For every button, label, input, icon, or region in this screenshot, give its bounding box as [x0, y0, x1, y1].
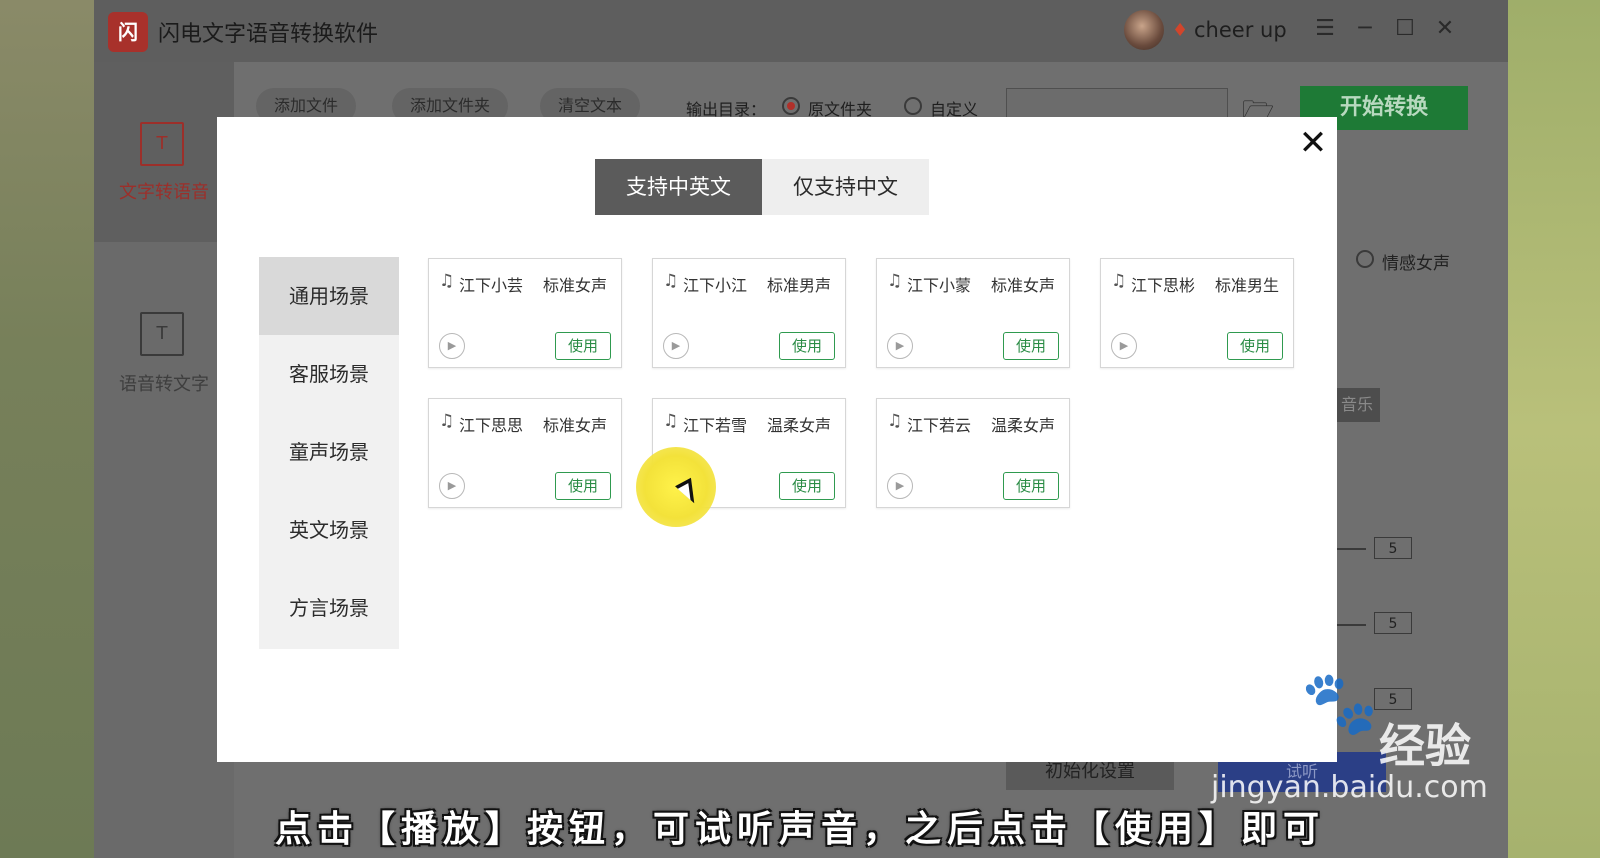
maximize-icon[interactable]: ☐ — [1390, 14, 1420, 44]
voice-name: 江下小江 — [683, 276, 748, 295]
close-window-icon[interactable]: ✕ — [1430, 14, 1460, 44]
tab-chinese-only[interactable]: 仅支持中文 — [762, 159, 929, 215]
radio-original-folder[interactable] — [782, 97, 800, 115]
tab-chinese-english[interactable]: 支持中英文 — [595, 159, 762, 215]
app-logo: 闪 — [108, 12, 148, 52]
left-nav: T 文字转语音 T 语音转文字 — [94, 62, 234, 858]
nav-label: 语音转文字 — [119, 374, 209, 395]
speech-to-text-icon: T — [140, 312, 184, 356]
use-button[interactable]: 使用 — [555, 332, 611, 360]
voice-type: 标准女声 — [543, 276, 608, 295]
music-note-icon: ♫ — [1111, 271, 1127, 291]
music-note-icon: ♫ — [887, 271, 903, 291]
emotional-female-label: 情感女声 — [1382, 254, 1450, 274]
voice-card: ♫ 江下小江 标准男声 ▶ 使用 — [652, 258, 846, 368]
music-note-icon: ♫ — [439, 411, 455, 431]
title-bar: 闪 闪电文字语音转换软件 ♦ cheer up ☰ ─ ☐ ✕ — [94, 0, 1508, 62]
play-icon[interactable]: ▶ — [887, 333, 913, 359]
voice-name: 江下若云 — [907, 416, 972, 435]
use-button[interactable]: 使用 — [779, 472, 835, 500]
background-right — [1508, 0, 1600, 858]
radio-emotional-female[interactable] — [1356, 250, 1374, 268]
music-note-icon: ♫ — [663, 271, 679, 291]
voice-card: ♫ 江下若云 温柔女声 ▶ 使用 — [876, 398, 1070, 508]
voice-name: 江下小蒙 — [907, 276, 972, 295]
avatar[interactable] — [1124, 10, 1164, 50]
play-icon[interactable]: ▶ — [663, 333, 689, 359]
music-note-icon: ♫ — [663, 411, 679, 431]
radio-custom-folder[interactable] — [904, 97, 922, 115]
baidu-paw-icon: 🐾 — [1301, 666, 1379, 739]
use-button[interactable]: 使用 — [779, 332, 835, 360]
voice-type: 标准男生 — [1215, 276, 1280, 295]
music-note-icon: ♫ — [439, 271, 455, 291]
voice-type: 温柔女声 — [767, 416, 832, 435]
speed-value[interactable]: 5 — [1374, 537, 1412, 559]
minimize-icon[interactable]: ─ — [1350, 14, 1380, 44]
close-icon[interactable]: ✕ — [1293, 123, 1333, 163]
play-icon[interactable]: ▶ — [439, 473, 465, 499]
voice-name: 江下小芸 — [459, 276, 524, 295]
slider-track[interactable] — [1336, 624, 1366, 626]
video-subtitle: 点击【播放】按钮，可试听声音，之后点击【使用】即可 — [274, 809, 1325, 850]
music-note-icon: ♫ — [887, 411, 903, 431]
voice-select-dialog: ✕ 支持中英文 仅支持中文 通用场景 客服场景 童声场景 英文场景 方言场景 ♫… — [217, 117, 1337, 762]
text-to-speech-icon: T — [140, 122, 184, 166]
user-name[interactable]: cheer up — [1194, 18, 1287, 42]
use-button[interactable]: 使用 — [1227, 332, 1283, 360]
voice-card: ♫ 江下小芸 标准女声 ▶ 使用 — [428, 258, 622, 368]
use-button[interactable]: 使用 — [1003, 472, 1059, 500]
scene-item-customer-service[interactable]: 客服场景 — [259, 335, 399, 413]
scene-item-dialect[interactable]: 方言场景 — [259, 569, 399, 647]
use-button[interactable]: 使用 — [555, 472, 611, 500]
play-icon[interactable]: ▶ — [1111, 333, 1137, 359]
baidu-jingyan-watermark: 🐾 Bai 经验 jingyan.baidu.com — [1205, 666, 1488, 806]
watermark-brand: Bai — [1205, 708, 1302, 771]
voice-card: ♫ 江下思思 标准女声 ▶ 使用 — [428, 398, 622, 508]
scene-list: 通用场景 客服场景 童声场景 英文场景 方言场景 — [259, 257, 399, 649]
voice-type: 标准女声 — [991, 276, 1056, 295]
nav-item-speech-to-text[interactable]: T 语音转文字 — [94, 252, 234, 432]
scene-item-general[interactable]: 通用场景 — [259, 257, 399, 335]
voice-type: 标准女声 — [543, 416, 608, 435]
voice-card: ♫ 江下思彬 标准男生 ▶ 使用 — [1100, 258, 1294, 368]
play-icon[interactable]: ▶ — [439, 333, 465, 359]
voice-type: 标准男声 — [767, 276, 832, 295]
voice-card: ♫ 江下小蒙 标准女声 ▶ 使用 — [876, 258, 1070, 368]
menu-icon[interactable]: ☰ — [1310, 14, 1340, 44]
background-left — [0, 0, 94, 858]
vip-diamond-icon: ♦ — [1172, 20, 1189, 41]
app-title: 闪电文字语音转换软件 — [158, 22, 379, 47]
nav-item-text-to-speech[interactable]: T 文字转语音 — [94, 62, 234, 242]
use-button[interactable]: 使用 — [1003, 332, 1059, 360]
voice-name: 江下思思 — [459, 416, 524, 435]
voice-name: 江下思彬 — [1131, 276, 1196, 295]
voice-name: 江下若雪 — [683, 416, 748, 435]
volume-value[interactable]: 5 — [1374, 612, 1412, 634]
watermark-product: 经验 — [1379, 719, 1471, 773]
play-icon[interactable]: ▶ — [887, 473, 913, 499]
nav-label: 文字转语音 — [119, 182, 209, 203]
scene-item-english[interactable]: 英文场景 — [259, 491, 399, 569]
voice-type: 温柔女声 — [991, 416, 1056, 435]
scene-item-child-voice[interactable]: 童声场景 — [259, 413, 399, 491]
music-button[interactable]: 音乐 — [1334, 388, 1380, 422]
slider-track[interactable] — [1336, 548, 1366, 550]
